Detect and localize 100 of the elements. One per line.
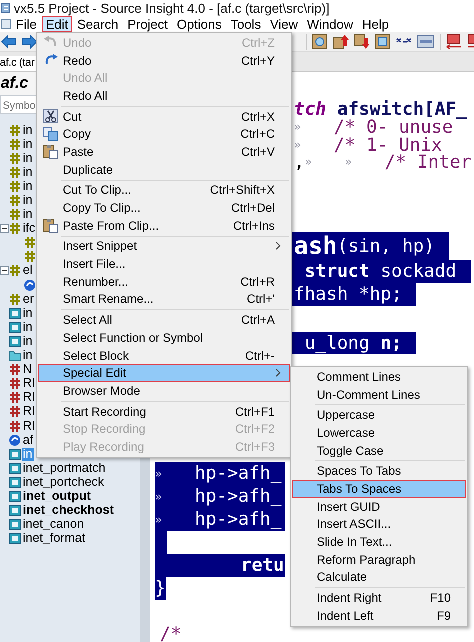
menu-item[interactable]: Spaces To Tabs — [292, 462, 466, 480]
page-up-arrow-icon[interactable] — [333, 34, 349, 50]
hash-icon — [9, 138, 21, 151]
menu-item[interactable]: Tools — [226, 16, 266, 32]
menu-item[interactable]: Copy Ctrl+C — [38, 125, 290, 144]
menu-item[interactable]: Slide In Text... — [292, 533, 466, 551]
symbol-name[interactable]: in — [22, 194, 34, 208]
symbol-name[interactable]: RI — [22, 377, 36, 390]
symbol-name[interactable]: in — [22, 152, 34, 165]
menu-item[interactable]: File — [12, 16, 41, 32]
collapse-icon[interactable] — [0, 224, 9, 234]
menu-item[interactable]: Renumber... Ctrl+R — [38, 272, 290, 291]
symbol-name[interactable]: ifc — [22, 222, 36, 236]
menu-item[interactable]: Help — [358, 16, 394, 32]
forward-arrow-icon[interactable] — [22, 34, 38, 48]
menu-item[interactable]: Reform Paragraph — [292, 550, 466, 569]
hash-icon — [9, 166, 21, 179]
menu-item[interactable]: Redo Ctrl+Y — [38, 52, 290, 70]
circle-icon — [24, 278, 36, 292]
menu-item[interactable]: Edit — [42, 16, 72, 32]
menu-item[interactable]: Cut Ctrl+X — [38, 108, 290, 126]
symbol-name[interactable]: RI — [22, 420, 36, 433]
menu-item[interactable]: Insert Snippet — [38, 238, 290, 256]
copy-icon — [43, 126, 59, 142]
menu-item[interactable]: Tabs To Spaces — [292, 480, 466, 498]
symbol-name[interactable]: in — [22, 320, 34, 334]
menu-item[interactable]: Copy To Clip... Ctrl+Del — [38, 199, 290, 217]
menu-item[interactable]: Paste Ctrl+V — [38, 143, 290, 161]
symbol-name[interactable]: RI — [22, 391, 36, 404]
menu-item[interactable]: Browser Mode — [38, 382, 290, 400]
hash-icon — [9, 363, 21, 376]
symbol-name[interactable]: in — [22, 166, 34, 179]
symbol-name[interactable]: inet_canon — [22, 518, 86, 532]
symbol-name[interactable]: inet_portmatch — [22, 462, 107, 475]
menu-item[interactable]: Start Recording Ctrl+F1 — [38, 402, 290, 420]
menu-item[interactable]: Calculate — [292, 568, 466, 586]
menu-item[interactable]: Cut To Clip... Ctrl+Shift+X — [38, 182, 290, 200]
menu-item[interactable]: Special Edit — [38, 364, 290, 382]
menu-item[interactable]: Select Function or Symbol — [38, 329, 290, 347]
menu-item[interactable]: Select Block Ctrl+- — [38, 346, 290, 364]
menu-item[interactable]: Smart Rename... Ctrl+' — [38, 290, 290, 308]
hash-icon — [9, 377, 21, 390]
symbol-name[interactable]: in — [22, 306, 34, 320]
menu-item[interactable]: Window — [303, 16, 358, 32]
menu-item[interactable]: Paste From Clip... Ctrl+Ins — [38, 216, 290, 235]
hash-icon — [9, 124, 21, 137]
menu-item[interactable]: Insert GUID — [292, 498, 466, 516]
menu-item[interactable]: Select All Ctrl+A — [38, 311, 290, 329]
hash-icon — [9, 194, 21, 208]
code-line: ,» » /* Inter — [293, 153, 472, 171]
back-arrow-icon[interactable] — [1, 34, 17, 48]
code-line: » /* 1- Unix — [293, 136, 442, 154]
symbol-name[interactable]: inet_checkhost — [22, 504, 116, 518]
symbol-name[interactable]: er — [22, 292, 36, 306]
menu-item[interactable]: Comment Lines — [292, 368, 466, 386]
square-icon — [9, 462, 21, 475]
menu-item[interactable]: Project — [124, 16, 172, 32]
symbol-name[interactable]: el — [22, 264, 34, 278]
symbol-name[interactable]: inet_format — [22, 532, 87, 546]
hash-icon — [9, 264, 21, 278]
symbol-name[interactable]: N — [22, 363, 34, 376]
left-arrow-icon[interactable] — [446, 34, 462, 50]
menu-item[interactable]: View — [266, 16, 302, 32]
menu-item[interactable]: Indent Left F9 — [292, 606, 466, 625]
page-icon[interactable] — [375, 34, 391, 50]
web-page-icon[interactable] — [417, 34, 435, 50]
page-search-icon[interactable] — [312, 34, 328, 50]
code-line: /* — [159, 623, 183, 642]
symbol-name[interactable]: inet_output — [22, 490, 92, 503]
square-icon — [9, 504, 21, 518]
symbol-name[interactable]: inet_portcheck — [22, 476, 106, 489]
code-line: » /* 0- unuse — [293, 118, 454, 136]
page-down-arrow-icon[interactable] — [354, 34, 370, 50]
hash-icon — [9, 405, 21, 418]
menu-item[interactable]: Insert File... — [38, 255, 290, 273]
symbol-name[interactable]: in — [22, 334, 34, 348]
hash-icon — [9, 180, 21, 193]
hash-icon — [9, 391, 21, 404]
symbol-name[interactable]: af — [22, 434, 34, 447]
code-line: tch afswitch[AF_ — [293, 100, 468, 118]
menu-item[interactable]: Un-Comment Lines — [292, 386, 466, 404]
symbol-name[interactable]: in — [22, 180, 34, 193]
menu-item[interactable]: Toggle Case — [292, 442, 466, 460]
menu-item[interactable]: Lowercase — [292, 424, 466, 442]
menu-item[interactable]: Search — [73, 16, 123, 32]
menu-item[interactable]: Insert ASCII... — [292, 516, 466, 534]
menu-item[interactable]: Options — [173, 16, 226, 32]
menu-item[interactable]: Duplicate — [38, 160, 290, 178]
symbol-name[interactable]: in — [22, 124, 34, 137]
symbol-name[interactable]: RI — [22, 405, 36, 418]
symbol-name[interactable]: in — [22, 208, 34, 222]
symbol-name[interactable]: in — [22, 349, 34, 362]
hash-icon — [9, 420, 21, 433]
menu-item[interactable]: Redo All — [38, 87, 290, 105]
menu-item[interactable]: Uppercase — [292, 406, 466, 424]
collapse-icon[interactable] — [0, 266, 9, 276]
hash-icon — [24, 236, 36, 250]
circle-icon — [9, 434, 21, 447]
symbol-name[interactable]: in — [22, 138, 34, 151]
menu-item[interactable]: Indent Right F10 — [292, 589, 466, 607]
